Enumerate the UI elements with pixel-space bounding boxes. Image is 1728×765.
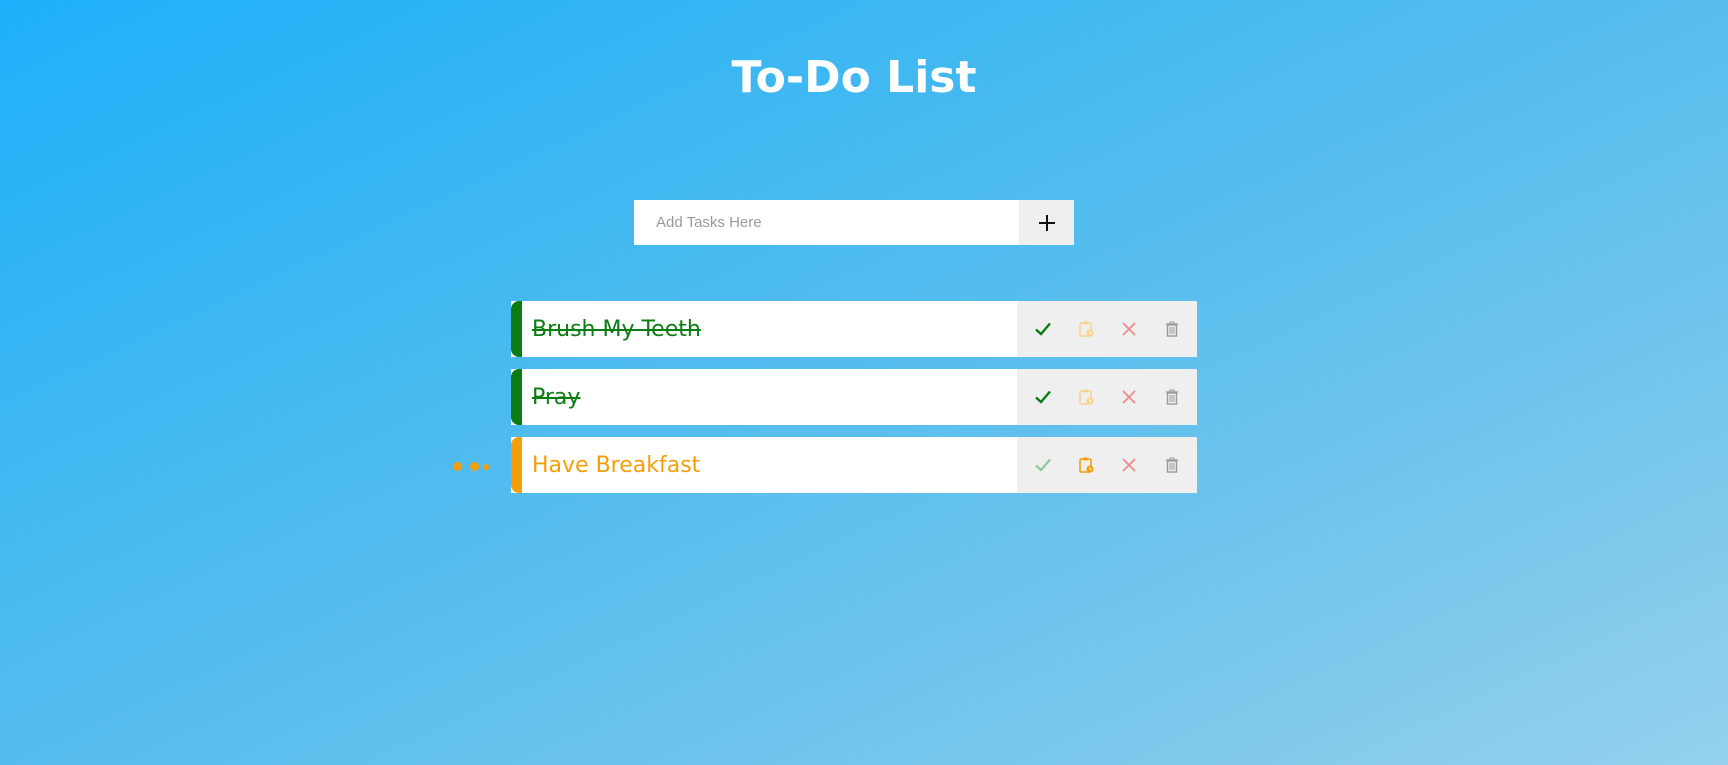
cancel-task-button[interactable] (1116, 316, 1142, 342)
cancel-task-button[interactable] (1116, 452, 1142, 478)
trash-icon (1165, 457, 1178, 473)
check-icon (1034, 458, 1051, 472)
delete-task-button[interactable] (1159, 384, 1185, 410)
close-icon (1121, 390, 1136, 404)
clipboard-clock-icon (1078, 457, 1094, 473)
task-actions (1017, 301, 1197, 357)
close-icon (1121, 322, 1136, 336)
clipboard-clock-icon (1078, 389, 1094, 405)
delete-task-button[interactable] (1159, 452, 1185, 478)
mark-pending-button[interactable] (1073, 452, 1099, 478)
task-status-stripe (511, 301, 522, 357)
task-item: Brush My Teeth (511, 301, 1197, 357)
task-label: Have Breakfast (532, 452, 701, 478)
task-actions (1017, 369, 1197, 425)
task-actions (1017, 437, 1197, 493)
clipboard-clock-icon (1078, 321, 1094, 337)
close-icon (1121, 458, 1136, 472)
trash-icon (1165, 321, 1178, 337)
task-item: Have Breakfast (453, 437, 1197, 493)
check-icon (1034, 390, 1051, 404)
page-title: To-Do List (731, 52, 977, 103)
complete-task-button[interactable] (1030, 452, 1056, 478)
add-task-button[interactable] (1019, 200, 1074, 245)
cancel-task-button[interactable] (1116, 384, 1142, 410)
trash-icon (1165, 389, 1178, 405)
plus-icon (1038, 214, 1055, 231)
mark-pending-button[interactable] (1073, 384, 1099, 410)
task-status-stripe (511, 369, 522, 425)
task-label: Brush My Teeth (532, 316, 701, 342)
mark-pending-button[interactable] (1073, 316, 1099, 342)
task-status-stripe (511, 437, 522, 493)
pending-dots-icon (453, 462, 489, 471)
complete-task-button[interactable] (1030, 316, 1056, 342)
task-label: Pray (532, 384, 581, 410)
check-icon (1034, 322, 1051, 336)
add-task-input[interactable] (634, 200, 1019, 245)
complete-task-button[interactable] (1030, 384, 1056, 410)
add-task-bar (634, 200, 1074, 245)
task-list: Brush My Teeth Pray Have Breakfast (453, 301, 1197, 505)
delete-task-button[interactable] (1159, 316, 1185, 342)
task-item: Pray (511, 369, 1197, 425)
